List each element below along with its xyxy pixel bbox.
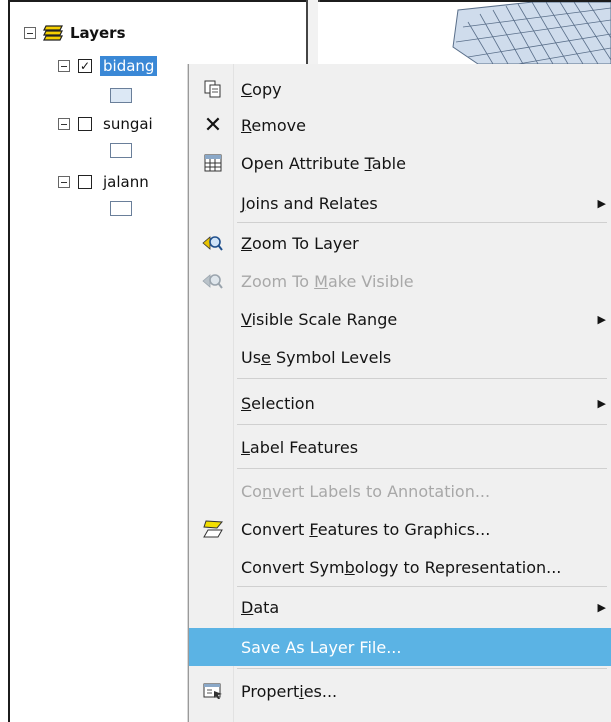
menu-item-label: Convert Labels to Annotation... [241,481,491,501]
menu-item-label: Convert Features to Graphics... [241,519,491,539]
layer-name-jalann[interactable]: jalann [100,172,152,192]
menu-item-label: Label Features [241,437,359,457]
menu-separator [237,586,607,587]
menu-item-open-attribute-table[interactable]: Open Attribute Table [189,144,611,182]
menu-item-joins-and-relates[interactable]: Joins and Relates ▶ [189,184,611,222]
layer-symbol-swatch-sungai[interactable] [110,143,132,158]
collapse-bidang-toggle[interactable] [58,60,70,72]
toc-frame-left [8,0,10,722]
menu-item-use-symbol-levels[interactable]: Use Symbol Levels [189,338,611,376]
menu-item-label: Remove [241,115,306,135]
layer-context-menu: Copy ✕ Remove Open Attribute Table Joins… [188,64,611,722]
menu-item-convert-features-to-graphics[interactable]: Convert Features to Graphics... [189,510,611,548]
menu-item-label-features[interactable]: Label Features [189,428,611,466]
map-view[interactable] [318,2,611,64]
collapse-sungai-toggle[interactable] [58,118,70,130]
menu-item-label: Visible Scale Range [241,309,398,329]
toc-layer-row-bidang[interactable]: ✓ bidang [58,56,158,76]
map-parcels-graphic [452,2,611,64]
zoom-to-make-visible-icon [201,269,225,293]
menu-item-label: Zoom To Make Visible [241,271,414,291]
menu-item-label: Convert Symbology to Representation... [241,557,562,577]
layer-visibility-checkbox-bidang[interactable]: ✓ [78,59,92,73]
submenu-arrow-icon: ▶ [597,196,606,210]
menu-item-properties[interactable]: Properties... [189,672,611,710]
properties-icon [201,679,225,703]
menu-item-copy[interactable]: Copy [189,70,611,108]
layer-symbol-swatch-bidang[interactable] [110,88,132,103]
submenu-arrow-icon: ▶ [597,600,606,614]
menu-item-label: Save As Layer File... [241,637,402,657]
menu-item-label: Joins and Relates [241,193,378,213]
layer-name-bidang[interactable]: bidang [100,56,158,76]
menu-item-visible-scale-range[interactable]: Visible Scale Range ▶ [189,300,611,338]
menu-separator [237,424,607,425]
menu-item-label: Selection [241,393,315,413]
menu-item-convert-labels-to-annotation[interactable]: Convert Labels to Annotation... [189,472,611,510]
toc-layer-row-jalann[interactable]: jalann [58,172,152,192]
layer-name-sungai[interactable]: sungai [100,114,156,134]
layers-group-icon [42,24,64,42]
menu-item-label: Use Symbol Levels [241,347,392,367]
menu-item-label: Open Attribute Table [241,153,406,173]
attribute-table-icon [201,151,225,175]
menu-item-zoom-to-layer[interactable]: Zoom To Layer [189,224,611,262]
menu-item-convert-symbology-to-representation[interactable]: Convert Symbology to Representation... [189,548,611,586]
menu-separator [237,378,607,379]
submenu-arrow-icon: ▶ [597,312,606,326]
layers-root-label: Layers [70,24,126,42]
layer-symbol-swatch-jalann[interactable] [110,201,132,216]
zoom-to-layer-icon [201,231,225,255]
toc-layer-row-sungai[interactable]: sungai [58,114,156,134]
collapse-jalann-toggle[interactable] [58,176,70,188]
submenu-arrow-icon: ▶ [597,396,606,410]
menu-item-remove[interactable]: ✕ Remove [189,106,611,144]
layer-visibility-checkbox-sungai[interactable] [78,117,92,131]
menu-separator [237,468,607,469]
menu-item-selection[interactable]: Selection ▶ [189,384,611,422]
menu-item-label: Zoom To Layer [241,233,359,253]
menu-item-zoom-to-make-visible[interactable]: Zoom To Make Visible [189,262,611,300]
menu-separator [237,222,607,223]
menu-item-label: Copy [241,79,282,99]
remove-icon: ✕ [203,112,223,138]
copy-icon [201,77,225,101]
menu-separator [237,668,607,669]
menu-item-data[interactable]: Data ▶ [189,588,611,626]
convert-features-icon [201,517,225,541]
menu-item-label: Data [241,597,280,617]
menu-item-save-as-layer-file[interactable]: Save As Layer File... [189,628,611,666]
collapse-layers-toggle[interactable] [24,27,36,39]
layer-visibility-checkbox-jalann[interactable] [78,175,92,189]
toc-root-row[interactable]: Layers [24,24,126,42]
menu-item-label: Properties... [241,681,338,701]
